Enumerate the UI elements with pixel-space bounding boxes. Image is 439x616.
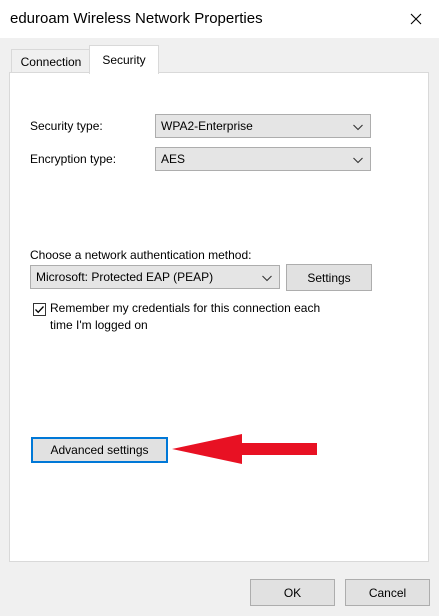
dialog-window: eduroam Wireless Network Properties Conn… xyxy=(0,0,439,616)
security-type-dropdown[interactable]: WPA2-Enterprise xyxy=(155,114,371,138)
cancel-button[interactable]: Cancel xyxy=(345,579,430,606)
cancel-button-label: Cancel xyxy=(368,585,407,600)
remember-credentials-text-line1: Remember my credentials for this connect… xyxy=(50,301,321,315)
auth-method-value: Microsoft: Protected EAP (PEAP) xyxy=(36,270,214,284)
encryption-type-dropdown[interactable]: AES xyxy=(155,147,371,171)
remember-credentials-text-line2: time I'm logged on xyxy=(50,318,148,332)
remember-credentials-checkbox[interactable] xyxy=(33,303,46,316)
encryption-type-label: Encryption type: xyxy=(30,152,117,166)
chevron-down-icon xyxy=(353,124,363,131)
encryption-type-value: AES xyxy=(161,152,186,166)
red-arrow-icon xyxy=(172,434,317,464)
security-type-label: Security type: xyxy=(30,119,103,133)
chevron-down-icon xyxy=(353,157,363,164)
tab-security-label: Security xyxy=(102,53,146,67)
tab-connection-label: Connection xyxy=(20,54,82,69)
auth-method-label: Choose a network authentication method: xyxy=(30,248,252,262)
advanced-settings-button-label: Advanced settings xyxy=(50,443,149,457)
tab-security[interactable]: Security xyxy=(89,45,159,74)
checkmark-icon xyxy=(35,306,44,314)
tab-connection[interactable]: Connection xyxy=(11,49,91,73)
advanced-settings-button[interactable]: Advanced settings xyxy=(31,437,168,463)
settings-button[interactable]: Settings xyxy=(286,264,372,291)
security-panel xyxy=(9,72,429,562)
title-bar: eduroam Wireless Network Properties xyxy=(0,0,439,38)
ok-button[interactable]: OK xyxy=(250,579,335,606)
close-button[interactable] xyxy=(393,0,439,38)
chevron-down-icon xyxy=(262,275,272,282)
auth-method-dropdown[interactable]: Microsoft: Protected EAP (PEAP) xyxy=(30,265,280,289)
close-icon xyxy=(410,13,422,25)
security-type-value: WPA2-Enterprise xyxy=(161,119,253,133)
settings-button-label: Settings xyxy=(307,270,351,285)
ok-button-label: OK xyxy=(283,585,302,600)
window-title: eduroam Wireless Network Properties xyxy=(10,10,263,27)
